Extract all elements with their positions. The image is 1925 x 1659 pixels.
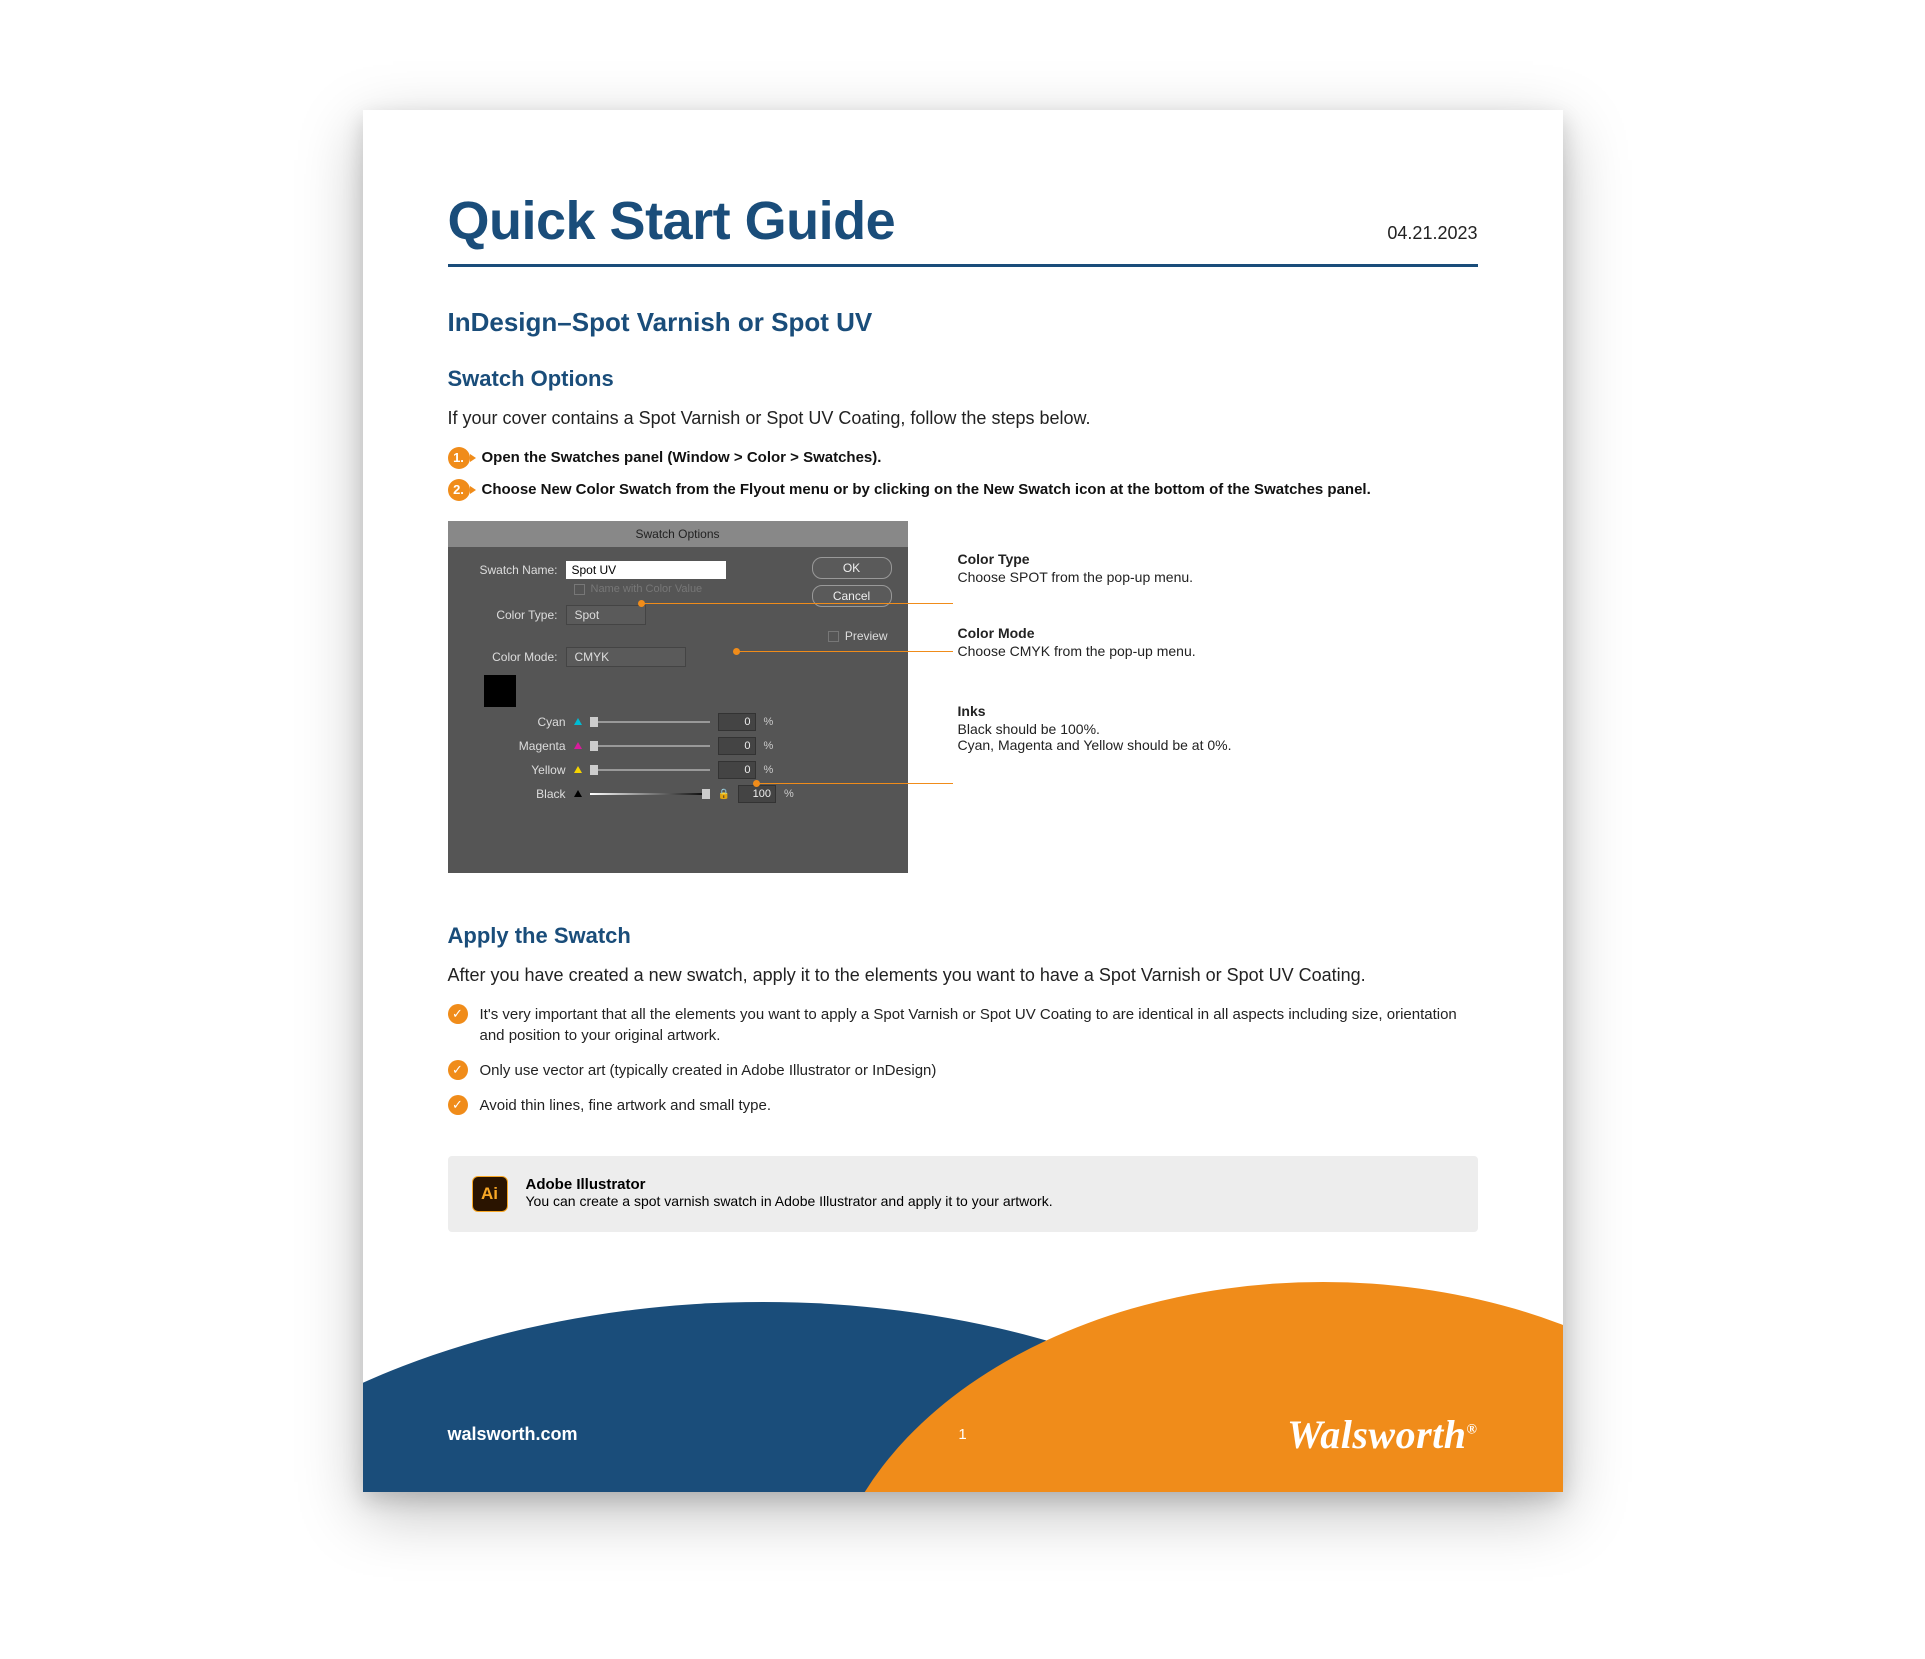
brand-name: Walsworth — [1287, 1412, 1466, 1457]
magenta-slider[interactable] — [590, 745, 710, 747]
black-value[interactable]: 100 — [738, 785, 776, 803]
tip-item: ✓ It's very important that all the eleme… — [448, 1004, 1478, 1046]
callout-text: Adobe Illustrator You can create a spot … — [526, 1176, 1053, 1211]
color-preview-swatch — [484, 675, 516, 707]
swatch-name-input[interactable]: Spot UV — [566, 561, 726, 579]
brand-logo: Walsworth® — [1287, 1411, 1477, 1458]
yellow-value[interactable]: 0 — [718, 761, 756, 779]
annotation-title: Color Type — [958, 551, 1478, 567]
tip-text: It's very important that all the element… — [480, 1004, 1478, 1046]
step-1: 1. Open the Swatches panel (Window > Col… — [448, 447, 1478, 469]
step-number-badge: 2. — [448, 479, 470, 501]
cyan-value[interactable]: 0 — [718, 713, 756, 731]
annotation-body: Choose SPOT from the pop-up menu. — [958, 569, 1194, 585]
dialog-with-annotations: Swatch Options OK Cancel Preview Swatch … — [448, 521, 1478, 873]
annotation-inks: Inks Black should be 100%. Cyan, Magenta… — [958, 703, 1478, 753]
yellow-icon — [574, 766, 582, 773]
callout-body: You can create a spot varnish swatch in … — [526, 1193, 1053, 1209]
color-mode-select[interactable]: CMYK — [566, 647, 686, 667]
tip-item: ✓ Only use vector art (typically created… — [448, 1060, 1478, 1081]
black-label: Black — [466, 787, 566, 801]
section-apply-swatch-intro: After you have created a new swatch, app… — [448, 965, 1478, 986]
percent-label: % — [784, 788, 794, 800]
footer-page-number: 1 — [958, 1426, 966, 1443]
lock-icon: 🔒 — [718, 789, 730, 800]
percent-label: % — [764, 740, 774, 752]
pointer-line — [738, 651, 953, 652]
callout-title: Adobe Illustrator — [526, 1176, 1053, 1193]
tip-text: Only use vector art (typically created i… — [480, 1060, 937, 1081]
section-swatch-options-title: Swatch Options — [448, 366, 1478, 392]
document-date: 04.21.2023 — [1387, 223, 1477, 244]
name-with-color-value-checkbox[interactable] — [574, 584, 585, 595]
numbered-steps: 1. Open the Swatches panel (Window > Col… — [448, 447, 1478, 501]
check-icon: ✓ — [448, 1004, 468, 1024]
cyan-icon — [574, 718, 582, 725]
footer-url: walsworth.com — [448, 1424, 578, 1445]
magenta-label: Magenta — [466, 739, 566, 753]
swatch-options-dialog: Swatch Options OK Cancel Preview Swatch … — [448, 521, 908, 873]
header: Quick Start Guide 04.21.2023 — [448, 190, 1478, 267]
page-footer: walsworth.com 1 Walsworth® — [363, 1262, 1563, 1492]
main-title: Quick Start Guide — [448, 190, 896, 252]
annotation-body: Cyan, Magenta and Yellow should be at 0%… — [958, 737, 1232, 753]
tip-item: ✓ Avoid thin lines, fine artwork and sma… — [448, 1095, 1478, 1116]
yellow-label: Yellow — [466, 763, 566, 777]
color-mode-label: Color Mode: — [466, 650, 566, 664]
cyan-row: Cyan 0 % — [466, 713, 890, 731]
magenta-icon — [574, 742, 582, 749]
annotation-title: Color Mode — [958, 625, 1478, 641]
magenta-row: Magenta 0 % — [466, 737, 890, 755]
cyan-slider[interactable] — [590, 721, 710, 723]
annotation-body: Choose CMYK from the pop-up menu. — [958, 643, 1196, 659]
annotation-color-type: Color Type Choose SPOT from the pop-up m… — [958, 551, 1478, 585]
check-icon: ✓ — [448, 1060, 468, 1080]
illustrator-callout: Ai Adobe Illustrator You can create a sp… — [448, 1156, 1478, 1232]
swatch-name-label: Swatch Name: — [466, 563, 566, 577]
section-apply-swatch-title: Apply the Swatch — [448, 923, 1478, 949]
black-slider[interactable] — [590, 793, 710, 795]
section-swatch-options-intro: If your cover contains a Spot Varnish or… — [448, 408, 1478, 429]
step-2: 2. Choose New Color Swatch from the Flyo… — [448, 479, 1478, 501]
annotations: Color Type Choose SPOT from the pop-up m… — [958, 521, 1478, 793]
check-icon: ✓ — [448, 1095, 468, 1115]
black-icon — [574, 790, 582, 797]
name-with-color-value-label: Name with Color Value — [591, 583, 703, 595]
tips-list: ✓ It's very important that all the eleme… — [448, 1004, 1478, 1116]
dialog-title: Swatch Options — [448, 521, 908, 547]
annotation-color-mode: Color Mode Choose CMYK from the pop-up m… — [958, 625, 1478, 659]
pointer-line — [643, 603, 953, 604]
black-row: Black 🔒 100 % — [466, 785, 890, 803]
registered-mark: ® — [1467, 1423, 1478, 1438]
color-type-label: Color Type: — [466, 608, 566, 622]
step-text: Open the Swatches panel (Window > Color … — [482, 447, 882, 468]
percent-label: % — [764, 764, 774, 776]
annotation-body: Black should be 100%. — [958, 721, 1100, 737]
name-with-color-value-row: Name with Color Value — [574, 583, 890, 595]
percent-label: % — [764, 716, 774, 728]
pointer-line — [758, 783, 953, 784]
step-text: Choose New Color Swatch from the Flyout … — [482, 479, 1371, 500]
adobe-illustrator-icon: Ai — [472, 1176, 508, 1212]
yellow-slider[interactable] — [590, 769, 710, 771]
step-number-badge: 1. — [448, 447, 470, 469]
magenta-value[interactable]: 0 — [718, 737, 756, 755]
cyan-label: Cyan — [466, 715, 566, 729]
tip-text: Avoid thin lines, fine artwork and small… — [480, 1095, 772, 1116]
annotation-title: Inks — [958, 703, 1478, 719]
yellow-row: Yellow 0 % — [466, 761, 890, 779]
document-page: Quick Start Guide 04.21.2023 InDesign–Sp… — [363, 110, 1563, 1492]
subtitle: InDesign–Spot Varnish or Spot UV — [448, 307, 1478, 338]
color-type-select[interactable]: Spot — [566, 605, 646, 625]
